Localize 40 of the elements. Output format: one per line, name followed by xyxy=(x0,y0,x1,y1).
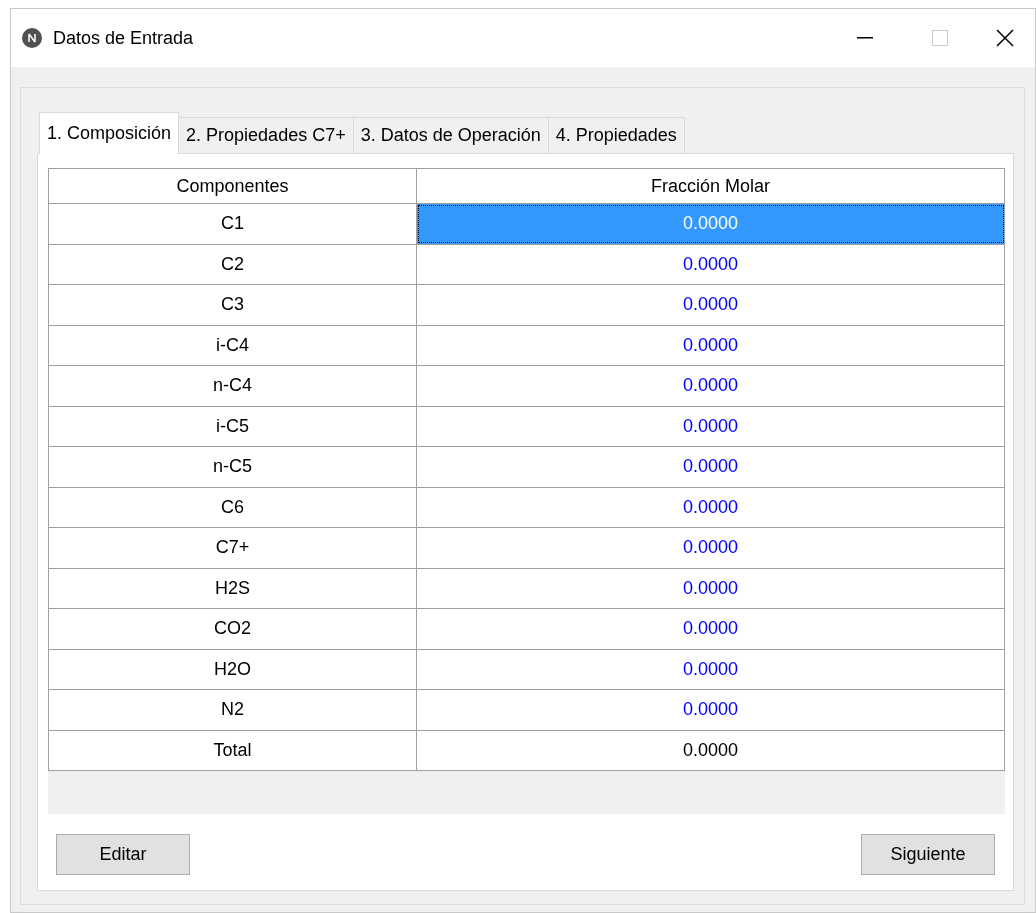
push-button[interactable]: Editar xyxy=(56,834,190,875)
column-header: Fracción Molar xyxy=(416,168,1005,204)
table-cell[interactable]: 0.0000 xyxy=(416,689,1005,730)
table-cell: n-C5 xyxy=(48,446,417,487)
tab[interactable]: 4. Propiedades xyxy=(548,117,685,153)
push-button[interactable]: Siguiente xyxy=(861,834,995,875)
table-cell: H2S xyxy=(48,568,417,609)
table-cell[interactable]: 0.0000 xyxy=(416,406,1005,447)
table-cell: n-C4 xyxy=(48,365,417,406)
table-cell: i-C5 xyxy=(48,406,417,447)
table-cell: C6 xyxy=(48,487,417,528)
tab[interactable]: 3. Datos de Operación xyxy=(353,117,549,153)
close-icon xyxy=(996,29,1014,47)
table-cell[interactable]: 0.0000 xyxy=(416,649,1005,690)
tab[interactable]: 2. Propiedades C7+ xyxy=(179,117,354,153)
table-cell[interactable]: 0.0000 xyxy=(416,365,1005,406)
table-cell: i-C4 xyxy=(48,325,417,366)
tab[interactable]: 1. Composición xyxy=(39,112,180,154)
table-cell: C2 xyxy=(48,244,417,285)
table-cell[interactable]: 0.0000 xyxy=(416,284,1005,325)
table-cell: C3 xyxy=(48,284,417,325)
table-cell[interactable]: 0.0000 xyxy=(416,527,1005,568)
table-cell[interactable]: 0.0000 xyxy=(416,325,1005,366)
table-cell: Total xyxy=(48,730,417,771)
column-header: Componentes xyxy=(48,168,417,204)
table-cell: H2O xyxy=(48,649,417,690)
table-cell: C7+ xyxy=(48,527,417,568)
table-cell[interactable]: 0.0000 xyxy=(416,487,1005,528)
table-cell: CO2 xyxy=(48,608,417,649)
table-cell[interactable]: 0.0000 xyxy=(416,608,1005,649)
app-icon xyxy=(21,27,43,49)
table-cell[interactable]: 0.0000 xyxy=(416,730,1005,771)
window-title: Datos de Entrada xyxy=(53,26,194,50)
table-cell: C1 xyxy=(48,203,417,244)
table-cell[interactable]: 0.0000 xyxy=(416,568,1005,609)
table-cell[interactable]: 0.0000 xyxy=(416,446,1005,487)
maximize-icon xyxy=(932,30,948,46)
table-cell: N2 xyxy=(48,689,417,730)
table-cell[interactable]: 0.0000 xyxy=(416,244,1005,285)
minimize-icon xyxy=(857,37,873,39)
